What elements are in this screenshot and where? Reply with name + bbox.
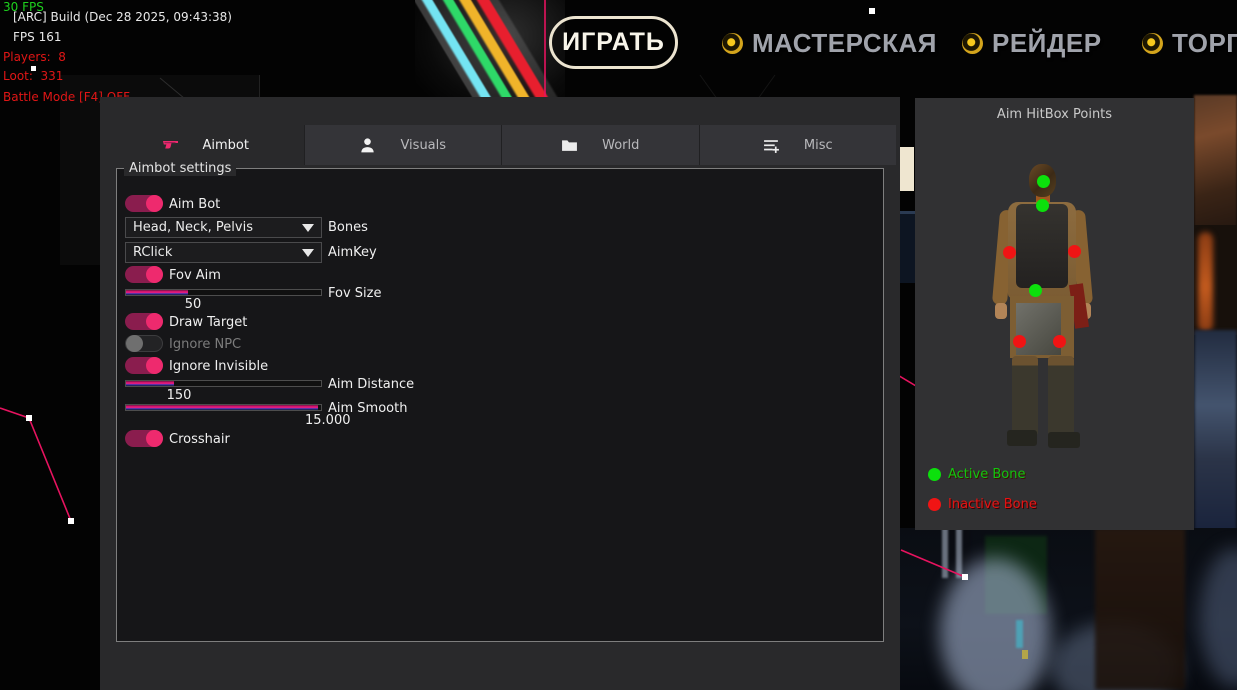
- fov-size-slider[interactable]: [125, 289, 322, 296]
- background-rust-texture: [1194, 95, 1237, 230]
- play-button[interactable]: ИГРАТЬ: [549, 16, 678, 69]
- hud-players-line: Players: 8: [3, 51, 66, 63]
- cheat-menu-panel: Aimbot Visuals World: [100, 97, 900, 690]
- hud-overlay: 30 FPS [ARC] Build (Dec 28 2025, 09:43:3…: [3, 0, 18, 96]
- draw-target-toggle[interactable]: [125, 313, 163, 330]
- aim-distance-slider[interactable]: [125, 380, 322, 387]
- fov-aim-label: Fov Aim: [169, 268, 221, 283]
- ignore-npc-label: Ignore NPC: [169, 337, 241, 352]
- menu-item-raider[interactable]: РЕЙДЕР: [962, 28, 1102, 58]
- aimkey-dropdown[interactable]: RClick: [125, 242, 322, 263]
- aim-smooth-slider[interactable]: [125, 404, 322, 411]
- coin-icon: [962, 33, 983, 54]
- bones-label: Bones: [328, 220, 368, 235]
- hitbox-panel: Aim HitBox Points Active Bone Inactive B…: [915, 98, 1194, 530]
- person-icon: [359, 137, 376, 154]
- aim-distance-value: 150: [157, 388, 201, 403]
- right-arm-bone-dot: [1003, 246, 1016, 259]
- tab-world[interactable]: World: [501, 125, 699, 165]
- folder-icon: [561, 137, 578, 154]
- menu-item-workshop[interactable]: МАСТЕРСКАЯ: [722, 28, 937, 58]
- right-leg-bone-dot: [1013, 335, 1026, 348]
- head-bone-dot: [1037, 175, 1050, 188]
- ignore-invisible-label: Ignore Invisible: [169, 359, 268, 374]
- chevron-down-icon: [302, 224, 314, 232]
- tab-aimbot[interactable]: Aimbot: [107, 125, 304, 165]
- inactive-bone-dot-icon: [928, 498, 941, 511]
- fov-size-value: 50: [171, 297, 215, 312]
- menu-item-trade[interactable]: ТОРГО: [1142, 28, 1237, 58]
- left-leg-bone-dot: [1053, 335, 1066, 348]
- bones-dropdown-value: Head, Neck, Pelvis: [133, 220, 302, 235]
- background-bottom-scene: [900, 528, 1237, 690]
- tab-label: Misc: [804, 138, 833, 153]
- aimbot-settings-group: Aimbot settings Aim Bot Head, Neck, Pelv…: [116, 168, 884, 642]
- play-button-label: ИГРАТЬ: [562, 28, 665, 57]
- tab-label: Visuals: [400, 138, 446, 153]
- menu-item-label: МАСТЕРСКАЯ: [752, 28, 937, 59]
- tab-misc[interactable]: Misc: [699, 125, 897, 165]
- legend-inactive-bone: Inactive Bone: [928, 497, 1037, 512]
- fov-size-label: Fov Size: [328, 286, 381, 301]
- aim-distance-label: Aim Distance: [328, 377, 414, 392]
- ignore-npc-toggle[interactable]: [125, 335, 163, 352]
- aim-bot-toggle[interactable]: [125, 195, 163, 212]
- coin-icon: [722, 33, 743, 54]
- draw-target-label: Draw Target: [169, 315, 247, 330]
- hud-build-info: [ARC] Build (Dec 28 2025, 09:43:38): [13, 11, 232, 23]
- coin-icon: [1142, 33, 1163, 54]
- aimkey-label: AimKey: [328, 245, 377, 260]
- aim-bot-label: Aim Bot: [169, 197, 220, 212]
- aimkey-dropdown-value: RClick: [133, 245, 302, 260]
- tab-visuals[interactable]: Visuals: [304, 125, 502, 165]
- hitbox-dots: [915, 98, 1194, 530]
- background-flame-streak: [1198, 232, 1213, 332]
- rainbow-streak: [415, 0, 565, 97]
- gun-icon: [162, 137, 179, 154]
- group-title: Aimbot settings: [124, 161, 236, 176]
- left-arm-bone-dot: [1068, 245, 1081, 258]
- crosshair-label: Crosshair: [169, 432, 230, 447]
- fov-aim-toggle[interactable]: [125, 266, 163, 283]
- bones-dropdown[interactable]: Head, Neck, Pelvis: [125, 217, 322, 238]
- crosshair-toggle[interactable]: [125, 430, 163, 447]
- tab-label: Aimbot: [203, 138, 249, 153]
- active-bone-dot-icon: [928, 468, 941, 481]
- neck-bone-dot: [1036, 199, 1049, 212]
- game-screen: 30 FPS [ARC] Build (Dec 28 2025, 09:43:3…: [0, 0, 1237, 690]
- legend-label: Inactive Bone: [948, 497, 1037, 512]
- legend-active-bone: Active Bone: [928, 467, 1025, 482]
- pelvis-bone-dot: [1029, 284, 1042, 297]
- aim-smooth-label: Aim Smooth: [328, 401, 407, 416]
- tab-bar: Aimbot Visuals World: [107, 125, 896, 165]
- hud-loot-line: Loot: 331: [3, 70, 63, 82]
- hud-fps-line: FPS 161: [13, 31, 61, 43]
- background-window: [1194, 330, 1237, 545]
- menu-item-label: ТОРГО: [1172, 28, 1237, 59]
- legend-label: Active Bone: [948, 467, 1025, 482]
- ignore-invisible-toggle[interactable]: [125, 357, 163, 374]
- menu-item-label: РЕЙДЕР: [992, 28, 1102, 59]
- tab-label: World: [602, 138, 639, 153]
- chevron-down-icon: [302, 249, 314, 257]
- sliders-add-icon: [763, 137, 780, 154]
